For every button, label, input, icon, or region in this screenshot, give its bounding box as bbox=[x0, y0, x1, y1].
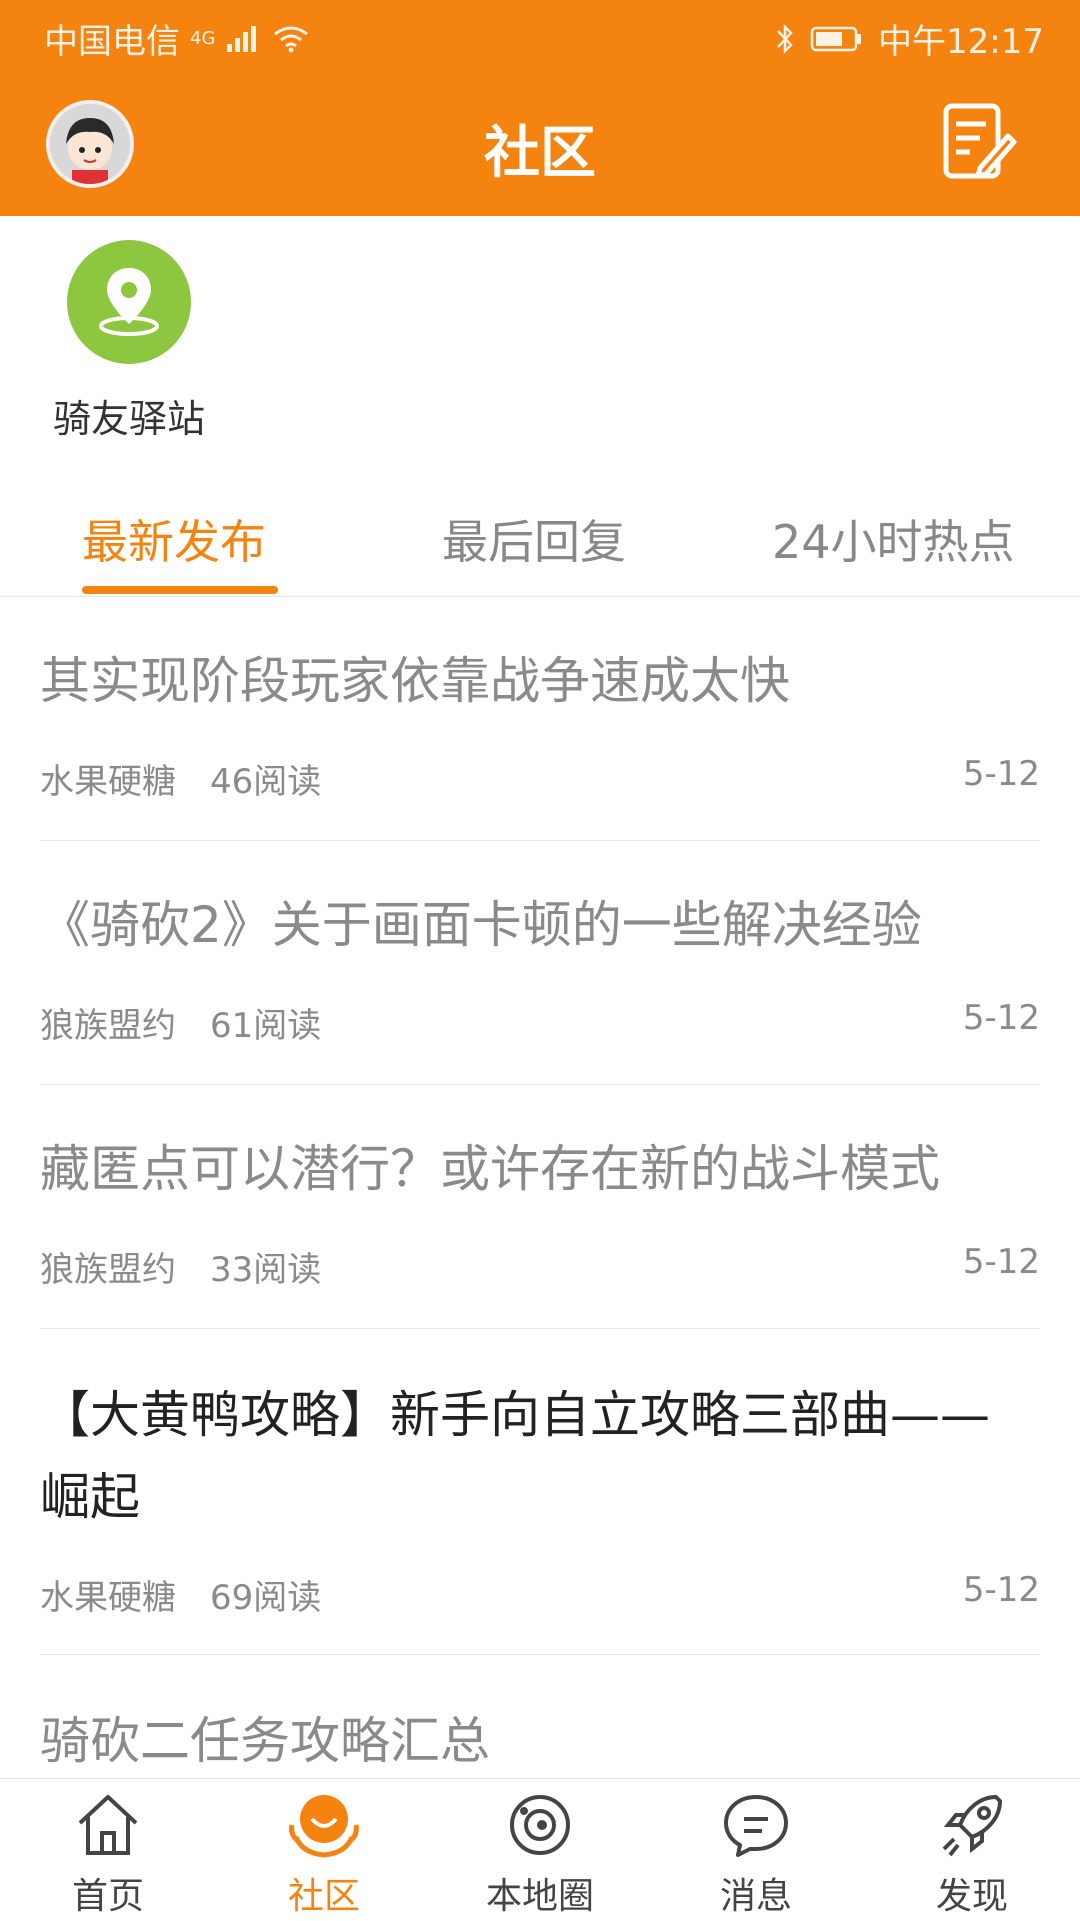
nav-discover[interactable]: 发现 bbox=[864, 1779, 1080, 1921]
home-icon bbox=[78, 1795, 138, 1855]
network-type: 4G bbox=[190, 28, 216, 49]
post-item[interactable]: 其实现阶段玩家依靠战争速成太快 水果硬糖 46阅读 5-12 bbox=[40, 640, 1040, 841]
tab-last-reply[interactable]: 最后回复 bbox=[442, 506, 626, 572]
post-title: 《骑砍2》关于画面卡顿的一些解决经验 bbox=[40, 896, 922, 954]
rocket-icon bbox=[942, 1795, 1002, 1857]
post-date: 5-12 bbox=[962, 754, 1040, 794]
nav-label: 消息 bbox=[719, 1876, 792, 1917]
community-icon bbox=[289, 1795, 359, 1858]
bottom-nav: 首页 社区 本地圈 消息 发现 bbox=[0, 1778, 1080, 1921]
signal-icon bbox=[227, 25, 257, 52]
feed-tabs: 最新发布 最后回复 24小时热点 bbox=[0, 500, 1080, 597]
wifi-icon bbox=[274, 26, 309, 52]
page-title: 社区 bbox=[484, 121, 596, 186]
post-title-line-2: 崛起 bbox=[40, 1468, 140, 1526]
post-date: 5-12 bbox=[962, 998, 1040, 1038]
clock-text: 中午12:17 bbox=[878, 22, 1044, 62]
nav-label: 首页 bbox=[71, 1876, 144, 1917]
local-circle-icon bbox=[510, 1795, 570, 1855]
shortcut-label: 骑友驿站 bbox=[52, 397, 205, 441]
nav-local-circle[interactable]: 本地圈 bbox=[432, 1779, 648, 1921]
nav-label: 发现 bbox=[935, 1876, 1008, 1917]
post-title: 骑砍二任务攻略汇总 bbox=[40, 1712, 490, 1770]
post-title: 其实现阶段玩家依靠战争速成太快 bbox=[40, 652, 790, 710]
nav-community[interactable]: 社区 bbox=[216, 1779, 432, 1921]
post-meta: 水果硬糖 46阅读 bbox=[40, 754, 321, 803]
post-title: 藏匿点可以潜行？或许存在新的战斗模式 bbox=[40, 1140, 940, 1198]
post-author: 狼族盟约 bbox=[40, 1006, 176, 1046]
bluetooth-icon bbox=[777, 23, 793, 54]
post-meta: 狼族盟约 33阅读 bbox=[40, 1242, 321, 1291]
nav-label: 社区 bbox=[287, 1876, 360, 1917]
post-title-line-1: 【大黄鸭攻略】新手向自立攻略三部曲—— bbox=[40, 1386, 990, 1444]
battery-icon bbox=[810, 26, 862, 51]
post-reads: 69阅读 bbox=[210, 1578, 322, 1618]
post-item[interactable]: 藏匿点可以潜行？或许存在新的战斗模式 狼族盟约 33阅读 5-12 bbox=[40, 1128, 1040, 1329]
tab-24h-hot[interactable]: 24小时热点 bbox=[772, 506, 1015, 572]
message-icon bbox=[724, 1795, 788, 1857]
post-reads: 61阅读 bbox=[210, 1006, 322, 1046]
location-pin-icon bbox=[99, 268, 159, 336]
shortcut-rider-station[interactable]: 骑友驿站 bbox=[44, 240, 214, 443]
post-meta: 水果硬糖 69阅读 bbox=[40, 1570, 321, 1619]
post-author: 水果硬糖 bbox=[40, 762, 176, 802]
post-date: 5-12 bbox=[962, 1570, 1040, 1610]
post-date: 5-12 bbox=[962, 1242, 1040, 1282]
status-left: 中国电信 4G bbox=[44, 14, 311, 63]
post-item[interactable]: 【大黄鸭攻略】新手向自立攻略三部曲—— 崛起 水果硬糖 69阅读 5-12 bbox=[40, 1374, 1040, 1655]
nav-home[interactable]: 首页 bbox=[0, 1779, 216, 1921]
post-reads: 46阅读 bbox=[210, 762, 322, 802]
post-item[interactable]: 《骑砍2》关于画面卡顿的一些解决经验 狼族盟约 61阅读 5-12 bbox=[40, 884, 1040, 1085]
post-meta: 狼族盟约 61阅读 bbox=[40, 998, 321, 1047]
post-author: 狼族盟约 bbox=[40, 1250, 176, 1290]
post-reads: 33阅读 bbox=[210, 1250, 322, 1290]
nav-messages[interactable]: 消息 bbox=[648, 1779, 864, 1921]
tab-active-indicator bbox=[82, 586, 278, 594]
compose-icon[interactable] bbox=[940, 102, 1018, 182]
status-bar: 中国电信 4G 中午12:17 bbox=[0, 0, 1080, 72]
tab-latest[interactable]: 最新发布 bbox=[82, 506, 266, 572]
post-author: 水果硬糖 bbox=[40, 1578, 176, 1618]
station-badge bbox=[67, 240, 191, 364]
carrier-text: 中国电信 bbox=[44, 22, 180, 62]
nav-label: 本地圈 bbox=[485, 1876, 594, 1917]
status-right: 中午12:17 bbox=[774, 14, 1044, 63]
post-item[interactable]: 骑砍二任务攻略汇总 bbox=[40, 1700, 1040, 1778]
app-header: 社区 bbox=[0, 72, 1080, 216]
